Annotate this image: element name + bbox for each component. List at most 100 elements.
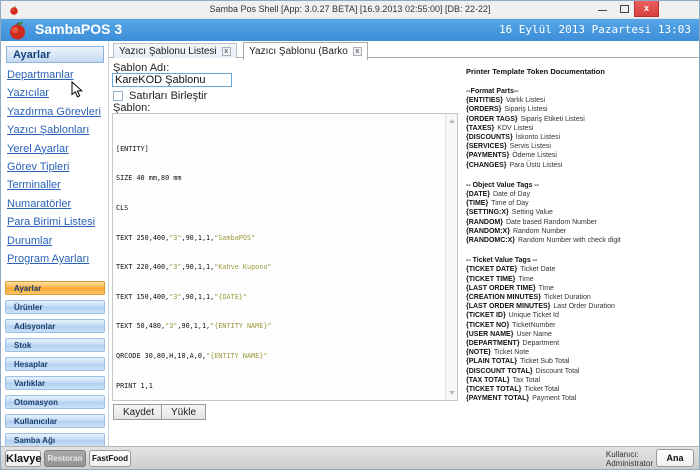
maximize-icon[interactable] <box>620 5 629 13</box>
doc-token-row: {TICKET ID}Unique Ticket Id <box>466 311 698 320</box>
doc-token-row: {SERVICES}Servis Listesi <box>466 142 698 151</box>
scroll-up-icon[interactable] <box>449 119 455 123</box>
doc-token: {DISCOUNTS} <box>466 134 513 141</box>
accordion-item[interactable]: Ayarlar <box>5 281 105 295</box>
doc-token-row: {RANDOM:X}Random Number <box>466 227 698 236</box>
sidebar-link[interactable]: Yazdırma Görevleri <box>7 102 107 120</box>
doc-token: {TICKET TIME} <box>466 276 515 283</box>
doc-token-row: {DATE}Date of Day <box>466 190 698 199</box>
accordion-item[interactable]: Varlıklar <box>5 376 105 390</box>
doc-desc: KDV Listesi <box>497 125 533 132</box>
doc-token: {RANDOM} <box>466 219 503 226</box>
app-window: Samba Pos Shell [App: 3.0.27 BETA] [16.9… <box>0 0 700 470</box>
user-label: Kullanıcı: <box>606 450 653 459</box>
doc-token-row: {SETTING:X}Setting Value <box>466 208 698 217</box>
tab-close-icon[interactable]: x <box>353 47 362 56</box>
doc-token: {TICKET DATE} <box>466 266 517 273</box>
accordion-item[interactable]: Kullanıcılar <box>5 414 105 428</box>
doc-desc: Ticket Total <box>524 386 559 393</box>
merge-lines-checkbox[interactable] <box>113 91 123 101</box>
doc-token: {PAYMENTS} <box>466 152 509 159</box>
doc-desc: Department <box>523 340 560 347</box>
tab-printer-template-list[interactable]: Yazıcı Şablonu Listesi x <box>113 43 237 60</box>
doc-desc: Para Üstü Listesi <box>509 162 562 169</box>
department-button-restoran[interactable]: Restoran <box>44 450 86 467</box>
header-datetime: 16 Eylül 2013 Pazartesi 13:03 <box>499 23 691 36</box>
doc-token-row: {ORDERS}Sipariş Listesi <box>466 105 698 114</box>
accordion-item[interactable]: Adisyonlar <box>5 319 105 333</box>
save-button[interactable]: Kaydet <box>113 404 164 420</box>
doc-token-row: {TAXES}KDV Listesi <box>466 124 698 133</box>
tab-printer-template-barcode[interactable]: Yazıcı Şablonu (Barko x <box>243 42 368 60</box>
accordion-item[interactable]: Otomasyon <box>5 395 105 409</box>
sidebar-link[interactable]: Numaratörler <box>7 194 107 212</box>
window-title: Samba Pos Shell [App: 3.0.27 BETA] [16.9… <box>1 4 699 14</box>
template-code-editor[interactable]: [ENTITY] SIZE 40 mm,80 mm CLS TEXT 250,4… <box>112 113 458 401</box>
sidebar-nav: Departmanlar Yazıcılar Yazdırma Görevler… <box>7 65 107 267</box>
template-code: [ENTITY] SIZE 40 mm,80 mm CLS TEXT 250,4… <box>116 116 444 401</box>
accordion-item[interactable]: Ürünler <box>5 300 105 314</box>
doc-desc: TicketNumber <box>512 322 555 329</box>
token-documentation: Printer Template Token Documentation --F… <box>466 67 698 404</box>
minimize-icon[interactable] <box>598 10 607 11</box>
accordion-item[interactable]: Stok <box>5 338 105 352</box>
accordion-item[interactable]: Samba Ağı <box>5 433 105 447</box>
doc-desc: Time of Day <box>491 200 528 207</box>
title-bar: Samba Pos Shell [App: 3.0.27 BETA] [16.9… <box>1 1 699 19</box>
doc-token-row: {CHANGES}Para Üstü Listesi <box>466 161 698 170</box>
doc-token: {LAST ORDER MINUTES} <box>466 303 550 310</box>
close-icon[interactable]: x <box>634 1 659 17</box>
doc-token: {USER NAME} <box>466 331 513 338</box>
main-region: Ayarlar Departmanlar Yazıcılar Yazdırma … <box>1 41 699 447</box>
sidebar-link[interactable]: Yerel Ayarlar <box>7 139 107 157</box>
sidebar-link[interactable]: Görev Tipleri <box>7 157 107 175</box>
sidebar-link[interactable]: Departmanlar <box>7 65 107 83</box>
doc-token-row: {RANDOM}Date based Random Number <box>466 218 698 227</box>
editor-scrollbar[interactable] <box>445 114 457 400</box>
doc-token: {CHANGES} <box>466 162 506 169</box>
doc-desc: Ticket Sub Total <box>520 358 569 365</box>
doc-token-row: {TAX TOTAL}Tax Total <box>466 376 698 385</box>
doc-desc: Servis Listesi <box>510 143 551 150</box>
doc-token: {TAXES} <box>466 125 494 132</box>
doc-token: {SERVICES} <box>466 143 507 150</box>
doc-desc: Time <box>539 285 554 292</box>
tab-close-icon[interactable]: x <box>222 47 231 56</box>
doc-token: {CREATION MINUTES} <box>466 294 541 301</box>
template-name-input[interactable] <box>112 73 232 87</box>
doc-token: {SETTING:X} <box>466 209 509 216</box>
doc-section-ticket-value-tags: -- Ticket Value Tags -- {TICKET DATE}Tic… <box>466 256 698 403</box>
doc-token-row: {ENTITIES}Varlık Listesi <box>466 96 698 105</box>
doc-token-row: {DEPARTMENT}Department <box>466 339 698 348</box>
doc-token-row: {PAYMENTS}Ödeme Listesi <box>466 151 698 160</box>
sambapos-logo-icon <box>8 20 28 40</box>
doc-token: {TIME} <box>466 200 488 207</box>
sidebar-link[interactable]: Yazıcılar <box>7 83 107 101</box>
doc-token: {ORDER TAGS} <box>466 116 518 123</box>
scroll-down-icon[interactable] <box>449 391 455 395</box>
tab-content: Şablon Adı: Satırları Birleştir Şablon: … <box>109 58 699 447</box>
sidebar-link[interactable]: Para Birimi Listesi <box>7 212 107 230</box>
department-button-fastfood[interactable]: FastFood <box>89 450 131 467</box>
doc-desc: Payment Total <box>532 395 576 402</box>
doc-token-row: {USER NAME}User Name <box>466 330 698 339</box>
load-button[interactable]: Yükle <box>161 404 206 420</box>
tab-strip: Yazıcı Şablonu Listesi x Yazıcı Şablonu … <box>109 41 699 58</box>
keyboard-button[interactable]: Klavye <box>5 450 41 467</box>
accordion-item[interactable]: Hesaplar <box>5 357 105 371</box>
sidebar-link[interactable]: Program Ayarları <box>7 249 107 267</box>
status-bar: Klavye Restoran FastFood Kullanıcı: Admi… <box>1 446 699 469</box>
doc-token-row: {TICKET TOTAL}Ticket Total <box>466 385 698 394</box>
doc-token: {TAX TOTAL} <box>466 377 510 384</box>
sidebar-link[interactable]: Yazıcı Şablonları <box>7 120 107 138</box>
sidebar-header: Ayarlar <box>6 46 104 63</box>
doc-desc: Discount Total <box>536 368 580 375</box>
doc-desc: Sipariş Listesi <box>504 106 547 113</box>
doc-token: {TICKET TOTAL} <box>466 386 521 393</box>
sidebar-link[interactable]: Durumlar <box>7 231 107 249</box>
doc-desc: Date of Day <box>493 191 530 198</box>
main-panel: Yazıcı Şablonu Listesi x Yazıcı Şablonu … <box>109 41 699 447</box>
sidebar: Ayarlar Departmanlar Yazıcılar Yazdırma … <box>1 41 109 447</box>
sidebar-link[interactable]: Terminaller <box>7 175 107 193</box>
main-menu-button[interactable]: Ana Menü <box>656 449 694 467</box>
